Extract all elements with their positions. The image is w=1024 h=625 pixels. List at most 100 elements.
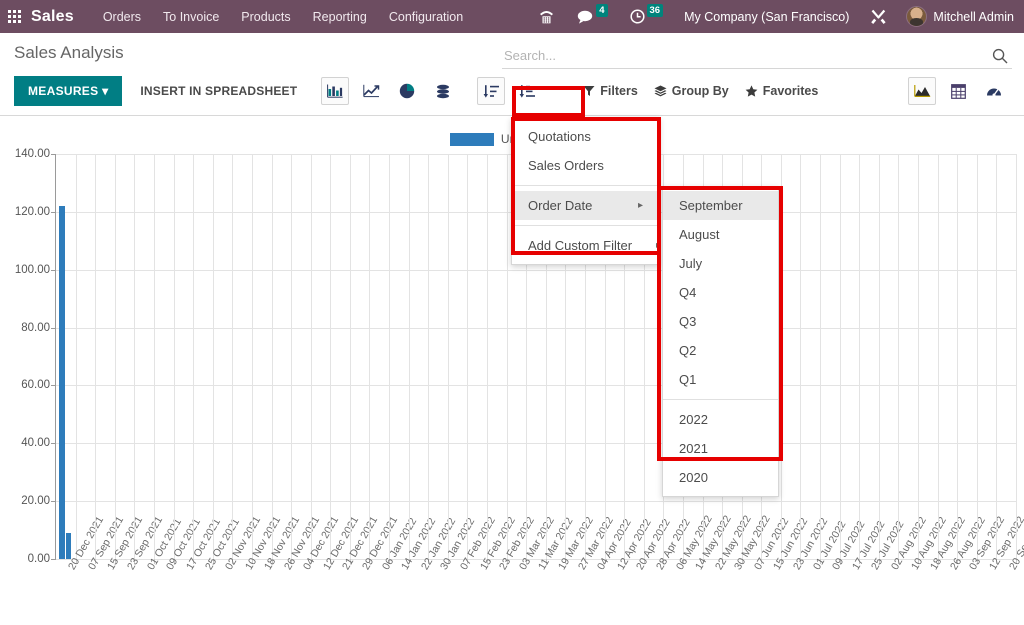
app-brand-sales[interactable]: Sales	[31, 8, 74, 26]
nav-item-to-invoice[interactable]: To Invoice	[163, 10, 219, 24]
pie-chart-icon[interactable]	[393, 77, 421, 105]
nav-item-orders[interactable]: Orders	[103, 10, 141, 24]
search-box[interactable]	[502, 45, 1012, 69]
x-gridline	[507, 154, 508, 559]
order-date-submenu: September August July Q4 Q3 Q2 Q1 2022 2021 2020	[662, 186, 779, 497]
messages-counter[interactable]: 4	[577, 3, 608, 24]
menu-item-label: 2021	[679, 441, 708, 456]
search-input[interactable]	[502, 47, 992, 64]
menu-item-label: September	[679, 198, 743, 213]
x-gridline	[428, 154, 429, 559]
filter-menu-item-add-custom-filter[interactable]: Add Custom Filter ▸	[512, 231, 662, 260]
voip-phone-icon[interactable]	[538, 9, 555, 24]
chevron-down-icon: ▾	[102, 84, 109, 98]
chevron-right-icon: ▸	[656, 240, 662, 251]
y-axis-label: 40.00	[21, 437, 50, 450]
y-axis-tick	[51, 443, 56, 445]
company-selector[interactable]: My Company (San Francisco)	[684, 10, 849, 24]
graph-view-icon[interactable]	[908, 77, 936, 105]
x-gridline	[252, 154, 253, 559]
x-gridline	[800, 154, 801, 559]
apps-grid-icon[interactable]	[8, 10, 21, 23]
filter-menu-item-quotations[interactable]: Quotations	[512, 122, 659, 151]
bar-chart-icon[interactable]	[321, 77, 350, 105]
order-date-item-2022[interactable]: 2022	[663, 405, 778, 434]
y-axis-tick	[51, 327, 56, 329]
filter-menu-item-sales-orders[interactable]: Sales Orders	[512, 151, 659, 180]
x-gridline	[369, 154, 370, 559]
sort-descending-icon[interactable]	[477, 77, 506, 105]
tools-wrench-icon[interactable]	[870, 9, 887, 25]
search-icon[interactable]	[992, 48, 1008, 64]
order-date-item-q3[interactable]: Q3	[663, 307, 778, 336]
order-date-item-september[interactable]: September	[663, 191, 778, 220]
y-gridline	[56, 385, 1016, 387]
user-avatar[interactable]	[906, 6, 928, 27]
order-date-item-july[interactable]: July	[663, 249, 778, 278]
filters-label: Filters	[600, 84, 638, 98]
control-panel-top-row: Sales Analysis	[0, 33, 1024, 69]
chart-bar[interactable]	[59, 206, 66, 559]
menu-item-label: 2020	[679, 470, 708, 485]
y-axis-tick	[51, 154, 56, 155]
x-gridline	[977, 154, 978, 559]
filters-button[interactable]: Filters	[575, 79, 646, 103]
chart-type-button-group	[317, 77, 545, 105]
x-gridline	[174, 154, 175, 559]
x-gridline	[291, 154, 292, 559]
x-gridline	[213, 154, 214, 559]
top-navbar: Sales Orders To Invoice Products Reporti…	[0, 0, 1024, 33]
legend-swatch	[449, 132, 494, 146]
y-gridline	[56, 443, 1016, 445]
x-gridline	[330, 154, 331, 559]
chart-bar[interactable]	[65, 532, 72, 559]
measures-label: MEASURES	[28, 84, 99, 98]
order-date-item-q2[interactable]: Q2	[663, 336, 778, 365]
order-date-item-2021[interactable]: 2021	[663, 434, 778, 463]
menu-item-label: Quotations	[528, 129, 591, 144]
search-facets-area: Filters Group By Favorites	[575, 79, 826, 103]
nav-item-reporting[interactable]: Reporting	[313, 10, 367, 24]
activities-counter[interactable]: 36	[629, 3, 664, 24]
favorites-button[interactable]: Favorites	[737, 79, 827, 103]
x-gridline	[957, 154, 958, 559]
activities-badge: 36	[646, 3, 664, 18]
menu-item-label: July	[679, 256, 703, 271]
menu-item-label: 2022	[679, 412, 708, 427]
view-switcher	[904, 77, 1012, 105]
stacked-icon[interactable]	[429, 77, 457, 105]
control-panel: Sales Analysis MEASURES ▾ INSERT IN SPRE…	[0, 33, 1024, 116]
x-gridline	[996, 154, 997, 559]
menu-item-label: Add Custom Filter	[528, 238, 633, 253]
layers-icon	[654, 85, 667, 97]
x-gridline	[448, 154, 449, 559]
x-gridline	[95, 154, 96, 559]
y-axis-label: 60.00	[21, 379, 50, 392]
order-date-item-august[interactable]: August	[663, 220, 778, 249]
order-date-item-separator	[663, 399, 778, 400]
order-date-item-q1[interactable]: Q1	[663, 365, 778, 394]
sort-ascending-icon[interactable]	[513, 77, 541, 105]
y-axis-label: 120.00	[14, 205, 50, 218]
menu-item-label: Q2	[679, 343, 697, 358]
x-gridline	[467, 154, 468, 559]
dashboard-view-icon[interactable]	[980, 77, 1008, 105]
y-gridline	[56, 501, 1016, 503]
order-date-item-q4[interactable]: Q4	[663, 278, 778, 307]
y-gridline	[56, 269, 1016, 271]
username-menu[interactable]: Mitchell Admin	[933, 10, 1014, 24]
order-date-item-2020[interactable]: 2020	[663, 463, 778, 492]
x-gridline	[859, 154, 860, 559]
line-chart-icon[interactable]	[357, 77, 385, 105]
measures-button[interactable]: MEASURES ▾	[14, 76, 123, 106]
filter-menu-item-order-date[interactable]: Order Date ▸	[512, 191, 659, 220]
y-axis-label: 0.00	[27, 553, 50, 565]
group-by-button[interactable]: Group By	[646, 79, 737, 103]
x-gridline	[115, 154, 116, 559]
pivot-view-icon[interactable]	[944, 77, 972, 105]
insert-in-spreadsheet-button[interactable]: INSERT IN SPREADSHEET	[128, 76, 309, 106]
x-gridline	[350, 154, 351, 559]
nav-item-configuration[interactable]: Configuration	[389, 10, 463, 24]
nav-item-products[interactable]: Products	[241, 10, 290, 24]
x-gridline	[134, 154, 135, 559]
